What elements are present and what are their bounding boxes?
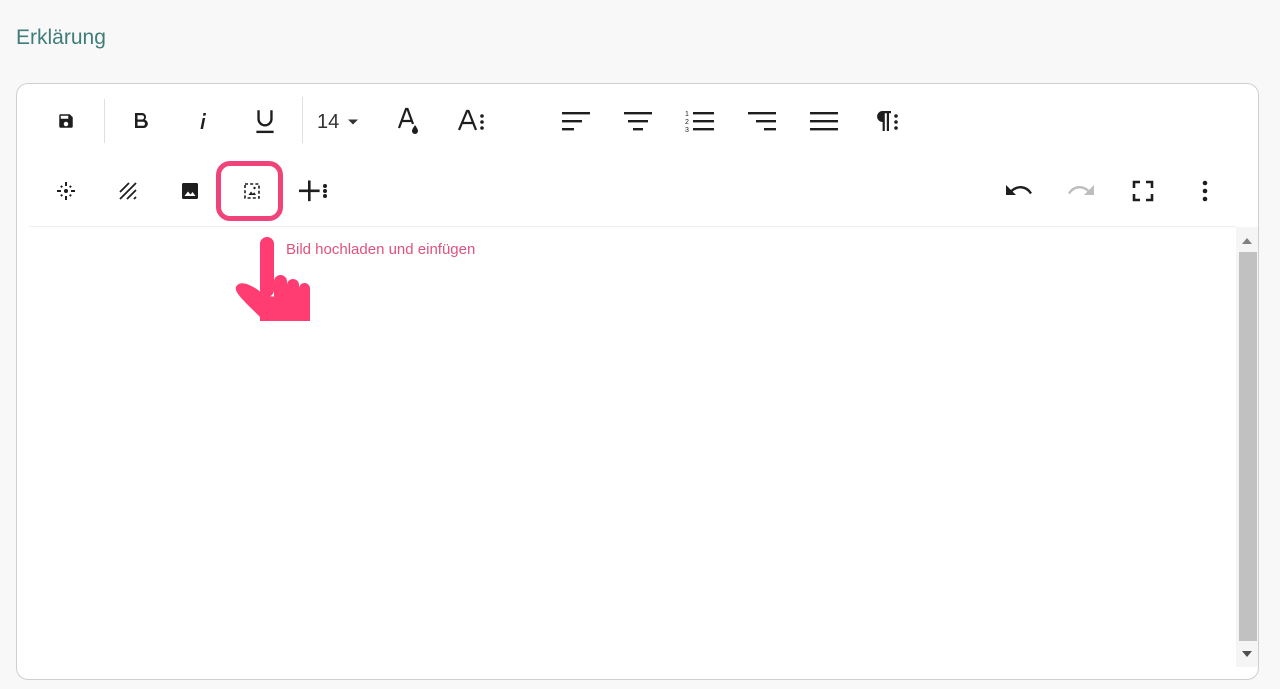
toolbar-divider: [104, 99, 105, 143]
fullscreen-icon: [1132, 180, 1154, 202]
svg-text:2: 2: [685, 119, 689, 126]
triangle-up-icon: [1242, 238, 1252, 244]
scrollbar-thumb[interactable]: [1239, 252, 1257, 641]
scroll-up-arrow[interactable]: [1238, 232, 1256, 250]
select-all-icon: [57, 182, 75, 200]
font-size-value: 14: [317, 110, 340, 133]
redo-icon: [1067, 185, 1094, 195]
italic-icon: [200, 113, 207, 129]
upload-image-button[interactable]: [230, 169, 274, 213]
justify-button[interactable]: [802, 99, 846, 143]
clear-formatting-button[interactable]: [106, 169, 150, 213]
align-center-icon: [624, 112, 652, 131]
font-options-button[interactable]: [450, 99, 494, 143]
font-size-select[interactable]: 14: [317, 105, 381, 139]
svg-text:1: 1: [685, 111, 689, 118]
align-left-icon: [562, 112, 590, 131]
justify-icon: [810, 112, 838, 131]
align-left-button[interactable]: [554, 99, 598, 143]
redo-button[interactable]: [1059, 169, 1103, 213]
undo-button[interactable]: [997, 169, 1041, 213]
insert-more-button[interactable]: [292, 169, 336, 213]
triangle-down-icon: [1242, 651, 1252, 657]
select-all-button[interactable]: [44, 169, 88, 213]
editor-content-area[interactable]: [29, 227, 1236, 667]
insert-image-button[interactable]: [168, 169, 212, 213]
text-color-button[interactable]: [387, 99, 431, 143]
italic-button[interactable]: [181, 99, 225, 143]
paragraph-button[interactable]: [864, 99, 908, 143]
ordered-list-icon: 123: [685, 111, 714, 133]
ordered-list-button[interactable]: 123: [678, 99, 722, 143]
save-button[interactable]: [44, 99, 88, 143]
fullscreen-button[interactable]: [1121, 169, 1165, 213]
undo-icon: [1006, 185, 1033, 195]
upload-image-icon: [244, 183, 260, 199]
align-right-icon: [748, 112, 776, 131]
paragraph-icon: [877, 111, 898, 131]
underline-icon: [256, 110, 274, 134]
text-color-icon: [397, 107, 418, 134]
field-label: Erklärung: [16, 26, 106, 49]
pointing-hand-icon: [235, 237, 310, 321]
toolbar-divider: [302, 97, 303, 143]
align-center-button[interactable]: [616, 99, 660, 143]
underline-button[interactable]: [243, 99, 287, 143]
more-options-button[interactable]: [1183, 169, 1227, 213]
align-right-button[interactable]: [740, 99, 784, 143]
image-icon: [182, 183, 198, 199]
plus-more-icon: [299, 180, 327, 202]
scroll-down-arrow[interactable]: [1238, 645, 1256, 663]
svg-text:3: 3: [685, 127, 689, 133]
font-more-icon: [457, 109, 484, 131]
clear-formatting-icon: [119, 182, 137, 200]
chevron-down-icon: [348, 119, 359, 125]
save-icon: [59, 114, 73, 128]
rich-text-editor: 14 123: [16, 83, 1259, 680]
bold-icon: [135, 113, 148, 129]
bold-button[interactable]: [119, 99, 163, 143]
more-vertical-icon: [1202, 180, 1208, 202]
